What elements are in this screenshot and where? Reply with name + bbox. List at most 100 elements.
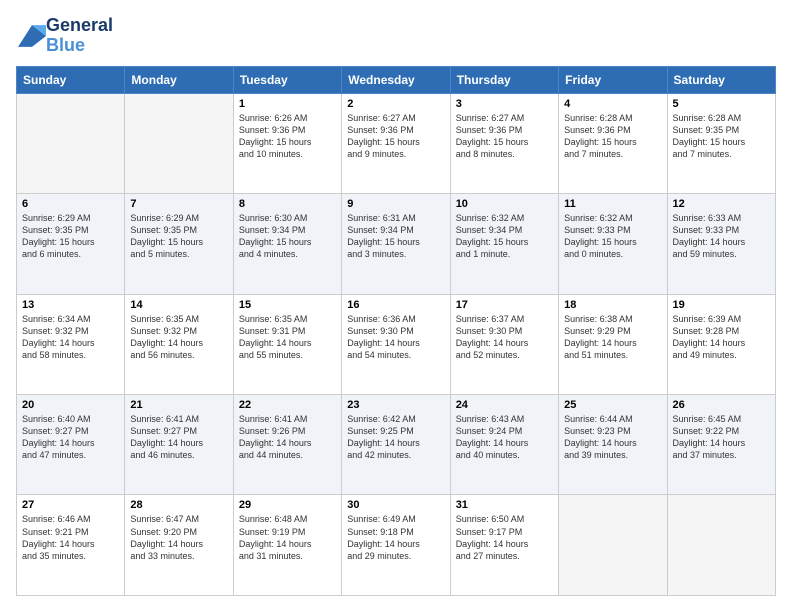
day-number: 12 [673, 198, 770, 210]
calendar-week-row: 27 Sunrise: 6:46 AM Sunset: 9:21 PM Dayli… [17, 495, 776, 596]
day-number: 9 [347, 198, 444, 210]
day-of-week-header: Sunday [17, 66, 125, 93]
calendar-cell: 11 Sunrise: 6:32 AM Sunset: 9:33 PM Dayli… [559, 194, 667, 294]
calendar-cell [667, 495, 775, 596]
calendar-cell: 16 Sunrise: 6:36 AM Sunset: 9:30 PM Dayli… [342, 294, 450, 394]
day-number: 1 [239, 98, 336, 110]
day-info: Sunrise: 6:45 AM Sunset: 9:22 PM Dayligh… [673, 413, 770, 462]
day-info: Sunrise: 6:36 AM Sunset: 9:30 PM Dayligh… [347, 313, 444, 362]
day-number: 7 [130, 198, 227, 210]
day-of-week-header: Monday [125, 66, 233, 93]
day-number: 26 [673, 399, 770, 411]
day-number: 22 [239, 399, 336, 411]
calendar-cell [125, 93, 233, 193]
calendar-cell: 9 Sunrise: 6:31 AM Sunset: 9:34 PM Daylig… [342, 194, 450, 294]
day-info: Sunrise: 6:40 AM Sunset: 9:27 PM Dayligh… [22, 413, 119, 462]
day-of-week-header: Wednesday [342, 66, 450, 93]
calendar-cell [17, 93, 125, 193]
calendar-cell: 25 Sunrise: 6:44 AM Sunset: 9:23 PM Dayli… [559, 395, 667, 495]
day-number: 10 [456, 198, 553, 210]
day-info: Sunrise: 6:33 AM Sunset: 9:33 PM Dayligh… [673, 212, 770, 261]
day-number: 31 [456, 499, 553, 511]
day-info: Sunrise: 6:32 AM Sunset: 9:34 PM Dayligh… [456, 212, 553, 261]
day-number: 27 [22, 499, 119, 511]
day-number: 19 [673, 299, 770, 311]
day-number: 25 [564, 399, 661, 411]
calendar-cell: 8 Sunrise: 6:30 AM Sunset: 9:34 PM Daylig… [233, 194, 341, 294]
day-number: 11 [564, 198, 661, 210]
logo: GeneralBlue [16, 16, 113, 56]
day-info: Sunrise: 6:47 AM Sunset: 9:20 PM Dayligh… [130, 513, 227, 562]
calendar-cell: 3Sunrise: 6:27 AM Sunset: 9:36 PM Daylig… [450, 93, 558, 193]
day-number: 5 [673, 98, 770, 110]
day-info: Sunrise: 6:38 AM Sunset: 9:29 PM Dayligh… [564, 313, 661, 362]
day-of-week-header: Saturday [667, 66, 775, 93]
day-info: Sunrise: 6:39 AM Sunset: 9:28 PM Dayligh… [673, 313, 770, 362]
day-info: Sunrise: 6:27 AM Sunset: 9:36 PM Dayligh… [347, 112, 444, 161]
calendar-week-row: 13 Sunrise: 6:34 AM Sunset: 9:32 PM Dayli… [17, 294, 776, 394]
calendar-cell: 29 Sunrise: 6:48 AM Sunset: 9:19 PM Dayli… [233, 495, 341, 596]
day-info: Sunrise: 6:34 AM Sunset: 9:32 PM Dayligh… [22, 313, 119, 362]
day-number: 16 [347, 299, 444, 311]
calendar-cell: 10 Sunrise: 6:32 AM Sunset: 9:34 PM Dayli… [450, 194, 558, 294]
calendar-cell: 26 Sunrise: 6:45 AM Sunset: 9:22 PM Dayli… [667, 395, 775, 495]
calendar-cell: 12 Sunrise: 6:33 AM Sunset: 9:33 PM Dayli… [667, 194, 775, 294]
calendar-cell: 22Sunrise: 6:41 AM Sunset: 9:26 PM Dayli… [233, 395, 341, 495]
day-info: Sunrise: 6:37 AM Sunset: 9:30 PM Dayligh… [456, 313, 553, 362]
calendar-cell: 15 Sunrise: 6:35 AM Sunset: 9:31 PM Dayli… [233, 294, 341, 394]
day-number: 24 [456, 399, 553, 411]
day-number: 17 [456, 299, 553, 311]
day-info: Sunrise: 6:48 AM Sunset: 9:19 PM Dayligh… [239, 513, 336, 562]
day-info: Sunrise: 6:32 AM Sunset: 9:33 PM Dayligh… [564, 212, 661, 261]
day-info: Sunrise: 6:46 AM Sunset: 9:21 PM Dayligh… [22, 513, 119, 562]
calendar-cell: 14 Sunrise: 6:35 AM Sunset: 9:32 PM Dayli… [125, 294, 233, 394]
day-number: 15 [239, 299, 336, 311]
day-header-row: SundayMondayTuesdayWednesdayThursdayFrid… [17, 66, 776, 93]
day-info: Sunrise: 6:50 AM Sunset: 9:17 PM Dayligh… [456, 513, 553, 562]
day-number: 30 [347, 499, 444, 511]
day-info: Sunrise: 6:28 AM Sunset: 9:36 PM Dayligh… [564, 112, 661, 161]
day-number: 14 [130, 299, 227, 311]
day-info: Sunrise: 6:41 AM Sunset: 9:27 PM Dayligh… [130, 413, 227, 462]
day-number: 21 [130, 399, 227, 411]
page: GeneralBlue SundayMondayTuesdayWednesday… [0, 0, 792, 612]
day-info: Sunrise: 6:30 AM Sunset: 9:34 PM Dayligh… [239, 212, 336, 261]
calendar-cell: 6Sunrise: 6:29 AM Sunset: 9:35 PM Daylig… [17, 194, 125, 294]
calendar-cell: 7 Sunrise: 6:29 AM Sunset: 9:35 PM Daylig… [125, 194, 233, 294]
day-info: Sunrise: 6:35 AM Sunset: 9:31 PM Dayligh… [239, 313, 336, 362]
day-number: 3 [456, 98, 553, 110]
calendar-cell: 23Sunrise: 6:42 AM Sunset: 9:25 PM Dayli… [342, 395, 450, 495]
day-number: 20 [22, 399, 119, 411]
day-of-week-header: Tuesday [233, 66, 341, 93]
logo-icon [18, 25, 46, 47]
day-of-week-header: Friday [559, 66, 667, 93]
day-number: 18 [564, 299, 661, 311]
day-info: Sunrise: 6:28 AM Sunset: 9:35 PM Dayligh… [673, 112, 770, 161]
calendar-week-row: 1 Sunrise: 6:26 AM Sunset: 9:36 PM Daylig… [17, 93, 776, 193]
day-info: Sunrise: 6:31 AM Sunset: 9:34 PM Dayligh… [347, 212, 444, 261]
day-info: Sunrise: 6:49 AM Sunset: 9:18 PM Dayligh… [347, 513, 444, 562]
calendar-cell: 31 Sunrise: 6:50 AM Sunset: 9:17 PM Dayli… [450, 495, 558, 596]
day-info: Sunrise: 6:26 AM Sunset: 9:36 PM Dayligh… [239, 112, 336, 161]
day-number: 28 [130, 499, 227, 511]
calendar-cell: 5 Sunrise: 6:28 AM Sunset: 9:35 PM Daylig… [667, 93, 775, 193]
day-info: Sunrise: 6:35 AM Sunset: 9:32 PM Dayligh… [130, 313, 227, 362]
calendar-cell: 27 Sunrise: 6:46 AM Sunset: 9:21 PM Dayli… [17, 495, 125, 596]
day-info: Sunrise: 6:42 AM Sunset: 9:25 PM Dayligh… [347, 413, 444, 462]
day-number: 8 [239, 198, 336, 210]
calendar-cell: 17 Sunrise: 6:37 AM Sunset: 9:30 PM Dayli… [450, 294, 558, 394]
calendar-table: SundayMondayTuesdayWednesdayThursdayFrid… [16, 66, 776, 596]
logo-text: GeneralBlue [46, 16, 113, 56]
day-info: Sunrise: 6:44 AM Sunset: 9:23 PM Dayligh… [564, 413, 661, 462]
day-number: 29 [239, 499, 336, 511]
day-number: 13 [22, 299, 119, 311]
calendar-cell: 30 Sunrise: 6:49 AM Sunset: 9:18 PM Dayli… [342, 495, 450, 596]
calendar-cell: 28 Sunrise: 6:47 AM Sunset: 9:20 PM Dayli… [125, 495, 233, 596]
day-info: Sunrise: 6:29 AM Sunset: 9:35 PM Dayligh… [22, 212, 119, 261]
day-info: Sunrise: 6:29 AM Sunset: 9:35 PM Dayligh… [130, 212, 227, 261]
day-number: 2 [347, 98, 444, 110]
calendar-cell: 2 Sunrise: 6:27 AM Sunset: 9:36 PM Daylig… [342, 93, 450, 193]
day-number: 4 [564, 98, 661, 110]
calendar-cell: 24 Sunrise: 6:43 AM Sunset: 9:24 PM Dayli… [450, 395, 558, 495]
day-info: Sunrise: 6:43 AM Sunset: 9:24 PM Dayligh… [456, 413, 553, 462]
